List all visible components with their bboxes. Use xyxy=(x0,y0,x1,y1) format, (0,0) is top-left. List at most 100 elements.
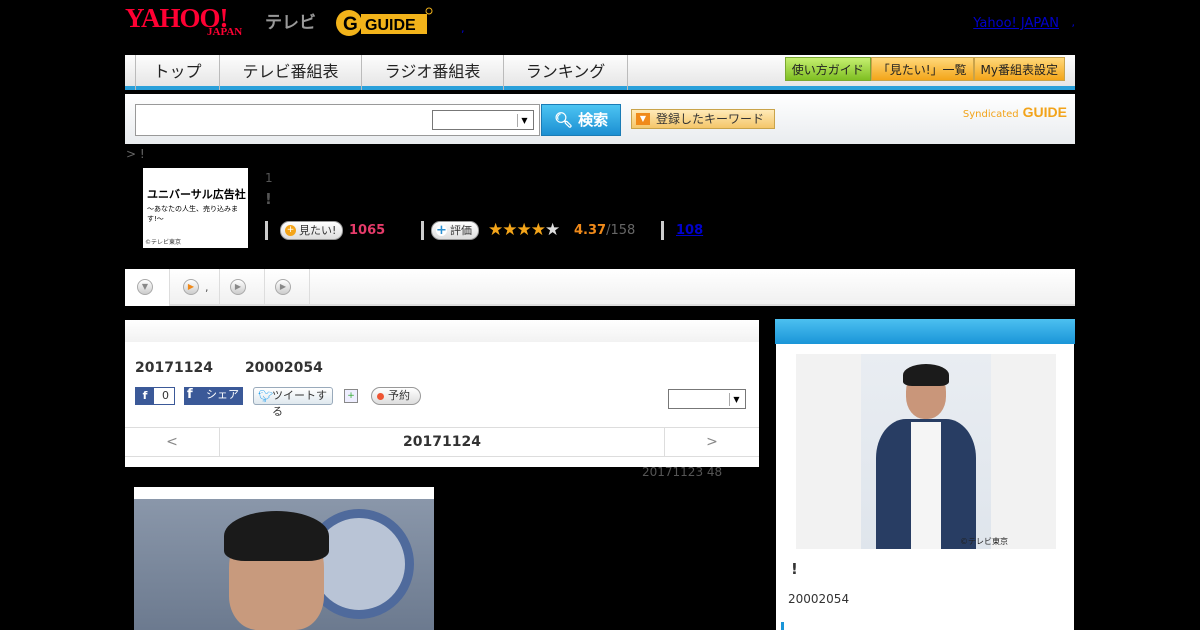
site-header: YAHOO! JAPAN テレビ G GUIDE , Yahoo! JAPAN … xyxy=(125,0,1075,55)
thumbnail-title: ユニバーサル広告社 xyxy=(147,188,246,201)
cast-photo-credit: ©テレビ東京 xyxy=(960,537,1008,546)
twitter-bird-icon: 🐦︎ xyxy=(258,389,274,403)
chevron-down-icon: ▼ xyxy=(517,114,531,127)
date-navigation: < 20171124 > xyxy=(125,427,759,457)
nav-tab-ranking[interactable]: ランキング xyxy=(504,55,628,90)
cast-person-shirt xyxy=(911,422,941,549)
registered-keywords-button[interactable]: ▼ 登録したキーワード xyxy=(631,109,775,129)
syndicated-text: Syndicated xyxy=(962,109,1019,120)
dropdown-arrow-icon: ▼ xyxy=(636,113,650,125)
gguide-logo[interactable]: G GUIDE xyxy=(335,6,433,40)
divider xyxy=(421,221,424,240)
breadcrumb[interactable]: > ! xyxy=(126,147,145,161)
facebook-share-label: シェア xyxy=(206,388,239,401)
plus-icon: + xyxy=(285,225,296,236)
facebook-like-count: 0 xyxy=(162,389,169,402)
episode-photo[interactable] xyxy=(134,487,434,630)
nav-tab-top[interactable]: トップ xyxy=(135,55,220,90)
reserve-label: 予約 xyxy=(388,389,410,402)
mitai-count: 1065 xyxy=(349,223,386,238)
cast-person xyxy=(861,354,991,549)
divider xyxy=(661,221,664,240)
tab-program-info[interactable]: ▼ xyxy=(125,269,170,306)
facebook-icon: f xyxy=(136,388,154,404)
tab-episodes[interactable]: ▶ , xyxy=(170,269,220,306)
mitai-label: 見たい! xyxy=(299,224,337,237)
thumbnail-subtitle: 〜あなたの人生、売り込みます!〜 xyxy=(147,205,238,223)
add-calendar-icon[interactable]: + xyxy=(344,389,358,403)
program-thumbnail[interactable]: ユニバーサル広告社 〜あなたの人生、売り込みます!〜 ©テレビ東京 xyxy=(143,168,248,248)
nav-tab-radio-schedule[interactable]: ラジオ番組表 xyxy=(362,55,504,90)
cast-photo[interactable]: ©テレビ東京 xyxy=(796,354,1056,549)
tab-label: , xyxy=(205,281,209,294)
facebook-icon: f xyxy=(187,387,193,402)
header-separator: , xyxy=(461,22,465,35)
search-icon: 🔍︎ xyxy=(553,111,573,129)
syndicated-gguide-logo: Syndicated GUIDE xyxy=(963,104,1067,120)
region-select[interactable]: ▼ xyxy=(668,389,746,409)
tab-related[interactable]: ▶ xyxy=(265,269,310,306)
sidebar-section-marker xyxy=(781,622,784,630)
tab-reviews[interactable]: ▶ xyxy=(220,269,265,306)
yahoo-logo-japan: JAPAN xyxy=(207,26,243,38)
record-dot-icon xyxy=(377,393,384,400)
facebook-like-button[interactable]: f 0 xyxy=(135,387,175,405)
star-rating: ★★★★★ xyxy=(488,220,560,240)
rate-button[interactable]: + 評価 xyxy=(431,221,479,240)
search-button-label: 検索 xyxy=(578,111,609,129)
broadcast-panel: 20171124 20002054 f 0 f シェア 🐦︎ ツイートする + 予… xyxy=(125,320,759,467)
air-time: 20002054 xyxy=(244,360,323,376)
search-button[interactable]: 🔍︎ 検索 xyxy=(541,104,621,136)
program-title: ! xyxy=(265,190,272,208)
mitai-list-button[interactable]: 「見たい!」一覧 xyxy=(870,57,974,81)
tweet-label: ツイートする xyxy=(272,389,327,418)
mitai-button[interactable]: + 見たい! xyxy=(280,221,344,240)
svg-text:G: G xyxy=(343,14,358,35)
my-schedule-settings-button[interactable]: My番組表設定 xyxy=(973,57,1065,81)
play-icon: ▶ xyxy=(183,279,199,295)
sidebar-title: ! xyxy=(791,560,798,578)
panel-header xyxy=(125,320,759,342)
program-tab-strip: ▼ ▶ , ▶ ▶ xyxy=(125,269,1075,306)
photo-person-hair xyxy=(224,511,329,561)
rate-label: 評価 xyxy=(450,224,472,237)
tv-service-logo[interactable]: テレビ xyxy=(265,8,316,33)
program-episode-number: 1 xyxy=(265,171,273,185)
reviews-link[interactable]: 108 xyxy=(676,223,703,238)
header-separator-2: , xyxy=(1071,16,1076,29)
sidebar-air-time: 20002054 xyxy=(788,592,850,606)
rating-total: /158 xyxy=(606,223,636,238)
reserve-button[interactable]: 予約 xyxy=(371,387,421,405)
yahoo-japan-link[interactable]: Yahoo! JAPAN xyxy=(973,16,1059,31)
air-datetime: 20171124 20002054 xyxy=(135,360,355,376)
play-icon: ▶ xyxy=(230,279,246,295)
prev-date-button[interactable]: < xyxy=(125,428,220,457)
syndicated-brand: GUIDE xyxy=(1022,104,1067,120)
tweet-button[interactable]: 🐦︎ ツイートする xyxy=(253,387,333,418)
previous-episode-note: 20171123 48 xyxy=(642,465,723,479)
divider xyxy=(265,221,268,240)
nav-tab-tv-schedule[interactable]: テレビ番組表 xyxy=(220,55,362,90)
facebook-share-button[interactable]: f シェア xyxy=(184,387,243,405)
sidebar-cast-box: ©テレビ東京 ! 20002054 xyxy=(775,344,1075,630)
star-filled-icons: ★★★★ xyxy=(488,220,546,240)
chevron-down-icon: ▼ xyxy=(137,279,153,295)
chevron-down-icon: ▼ xyxy=(729,393,743,406)
registered-keywords-label: 登録したキーワード xyxy=(656,112,765,126)
air-date: 20171124 xyxy=(135,360,213,376)
guide-button[interactable]: 使い方ガイド xyxy=(784,57,871,81)
current-date: 20171124 xyxy=(403,434,481,450)
sidebar-header xyxy=(775,319,1075,344)
svg-text:GUIDE: GUIDE xyxy=(365,17,416,34)
plus-icon: + xyxy=(436,223,447,238)
thumbnail-credit: ©テレビ東京 xyxy=(145,239,182,246)
main-nav: トップ テレビ番組表 ラジオ番組表 ランキング 使い方ガイド 「見たい!」一覧 … xyxy=(125,55,1075,90)
rating-score: 4.37/158 xyxy=(574,223,635,238)
search-bar: ▼ 🔍︎ 検索 ▼ 登録したキーワード Syndicated GUIDE xyxy=(125,94,1075,144)
nav-utility-buttons: 使い方ガイド 「見たい!」一覧 My番組表設定 xyxy=(784,57,1065,81)
star-empty-icon: ★ xyxy=(544,220,560,240)
search-category-select[interactable]: ▼ xyxy=(432,110,534,130)
cast-person-hair xyxy=(903,364,949,386)
play-icon: ▶ xyxy=(275,279,291,295)
next-date-button[interactable]: > xyxy=(664,428,759,457)
